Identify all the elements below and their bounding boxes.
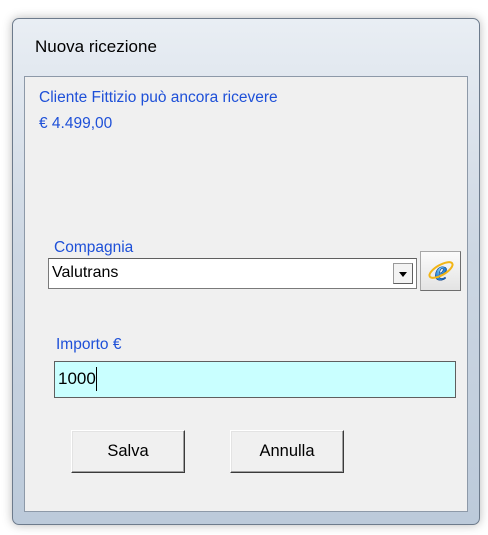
remaining-amount-message: Cliente Fittizio può ancora ricevere <box>39 89 278 106</box>
title-bar[interactable]: Nuova ricezione <box>13 19 479 76</box>
remaining-amount-value: € 4.499,00 <box>39 115 113 132</box>
internet-explorer-icon: e <box>427 256 454 286</box>
amount-input[interactable]: 1000 <box>54 361 456 398</box>
company-dropdown[interactable]: Valutrans <box>48 258 417 289</box>
amount-input-value: 1000 <box>58 369 96 388</box>
svg-text:e: e <box>434 256 446 286</box>
cancel-button[interactable]: Annulla <box>230 430 344 473</box>
open-browser-button[interactable]: e <box>420 251 461 291</box>
dialog-window: Nuova ricezione Cliente Fittizio può anc… <box>12 18 480 525</box>
text-caret <box>96 367 97 391</box>
save-button[interactable]: Salva <box>71 430 185 473</box>
company-label: Compagnia <box>54 239 134 256</box>
window-title: Nuova ricezione <box>35 37 157 56</box>
amount-label: Importo € <box>56 336 122 353</box>
chevron-down-icon[interactable] <box>393 263 413 284</box>
dialog-content: Cliente Fittizio può ancora ricevere € 4… <box>24 76 468 512</box>
company-selected-value: Valutrans <box>52 264 119 281</box>
